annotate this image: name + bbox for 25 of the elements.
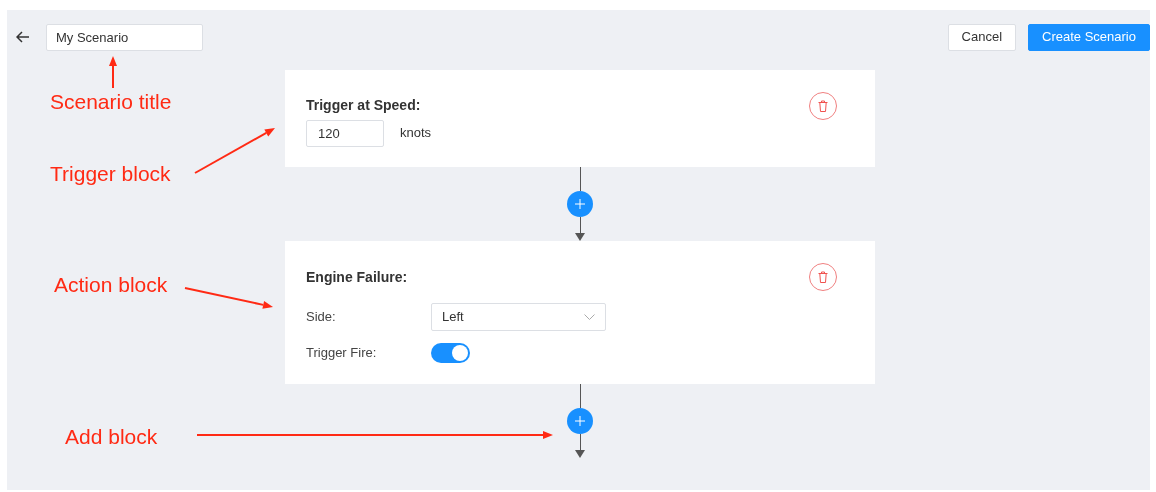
- speed-field[interactable]: 120: [306, 120, 384, 147]
- toggle-switch[interactable]: [431, 343, 470, 363]
- add-block-button[interactable]: [567, 191, 593, 217]
- trash-icon: [818, 100, 828, 112]
- annotation-label: Trigger block: [50, 162, 171, 186]
- delete-button[interactable]: [809, 92, 837, 120]
- chevron-down-icon: [584, 314, 595, 320]
- trash-icon: [818, 271, 828, 283]
- cancel-button[interactable]: Cancel: [947, 23, 1017, 51]
- plus-icon: [575, 416, 585, 426]
- field-label: Trigger Fire:: [306, 344, 378, 363]
- field-label: Side:: [306, 308, 337, 327]
- title-field[interactable]: My Scenario: [46, 23, 203, 51]
- unit-label: knots: [400, 124, 432, 142]
- block-title: Trigger at Speed:: [306, 96, 422, 115]
- annotation-label: Add block: [65, 425, 158, 449]
- annotation-label: Scenario title: [50, 90, 172, 114]
- back-arrow-icon[interactable]: [16, 31, 30, 43]
- block-title: Engine Failure:: [306, 268, 408, 287]
- add-block-button[interactable]: [567, 408, 593, 434]
- annotation-label: Action block: [54, 273, 168, 297]
- annotation-arrow: [109, 56, 117, 89]
- plus-icon: [575, 199, 585, 209]
- side-select[interactable]: Left: [431, 303, 606, 331]
- delete-button[interactable]: [809, 263, 837, 291]
